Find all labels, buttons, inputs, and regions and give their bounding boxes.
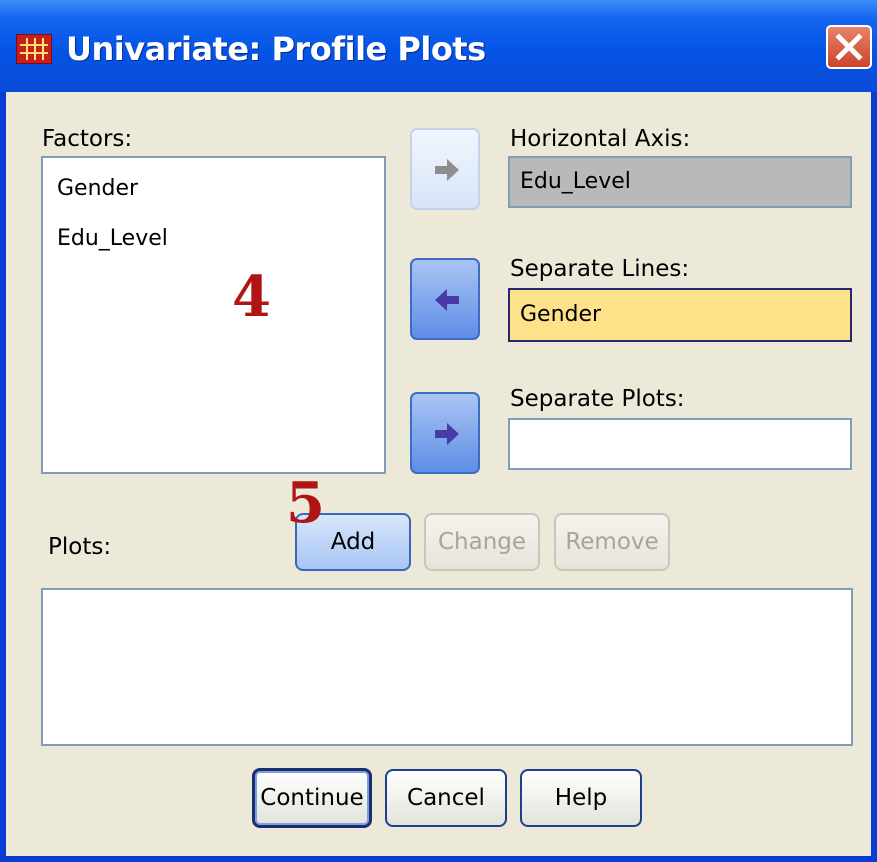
list-item[interactable]: Gender	[57, 176, 138, 201]
arrow-right-icon	[435, 159, 459, 181]
help-button[interactable]: Help	[520, 769, 642, 827]
factors-label: Factors:	[42, 126, 133, 152]
dialog-window: Univariate: Profile Plots Factors: Gende…	[0, 0, 877, 862]
horizontal-axis-field[interactable]: Edu_Level	[508, 156, 852, 208]
move-to-horizontal-axis-button[interactable]	[410, 128, 480, 210]
continue-button[interactable]: Continue	[252, 768, 372, 828]
remove-button[interactable]: Remove	[554, 513, 670, 571]
title-bar[interactable]: Univariate: Profile Plots	[0, 0, 877, 92]
step-annotation-5: 5	[286, 470, 325, 536]
move-to-separate-plots-button[interactable]	[410, 392, 480, 474]
window-title: Univariate: Profile Plots	[66, 30, 486, 68]
step-annotation-4: 4	[232, 264, 271, 330]
change-button[interactable]: Change	[424, 513, 540, 571]
list-item[interactable]: Edu_Level	[57, 226, 168, 251]
close-icon	[835, 33, 863, 61]
arrow-left-icon	[435, 289, 459, 311]
plots-list[interactable]	[41, 588, 853, 746]
close-button[interactable]	[826, 25, 872, 69]
separate-lines-label: Separate Lines:	[510, 256, 690, 282]
plots-label: Plots:	[48, 534, 112, 560]
separate-plots-label: Separate Plots:	[510, 386, 685, 412]
factors-list[interactable]: Gender Edu_Level	[41, 156, 386, 474]
move-from-separate-lines-button[interactable]	[410, 258, 480, 340]
cancel-button[interactable]: Cancel	[385, 769, 507, 827]
horizontal-axis-label: Horizontal Axis:	[510, 126, 691, 152]
separate-lines-field[interactable]: Gender	[508, 288, 852, 342]
separate-plots-field[interactable]	[508, 418, 852, 470]
spss-grid-icon	[16, 34, 52, 64]
dialog-body: Factors: Gender Edu_Level Horizontal Axi…	[6, 92, 871, 856]
arrow-right-icon	[435, 423, 459, 445]
